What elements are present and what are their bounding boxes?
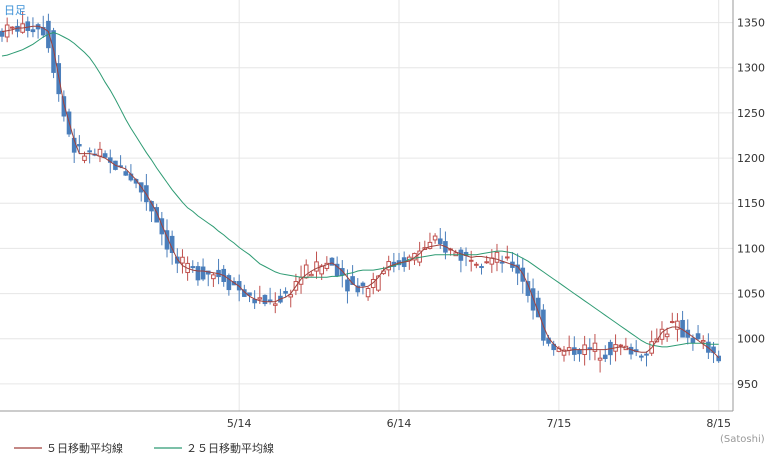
y-tick-label: 1350	[737, 17, 765, 30]
candle-body	[572, 347, 577, 355]
candle-body	[602, 354, 608, 360]
candle-body	[180, 256, 185, 264]
candle-body	[314, 261, 319, 272]
y-tick-label: 1100	[737, 242, 765, 255]
candle-body	[272, 303, 278, 306]
candle-body	[577, 349, 582, 355]
candle-body	[479, 266, 484, 269]
candle-body	[618, 344, 624, 347]
candle-body	[82, 155, 87, 161]
candle-body	[458, 249, 464, 261]
y-axis-ticks: 950 1000 1050 1100 1150 1200 1250 1300 1350	[737, 17, 765, 391]
candle-body	[77, 144, 82, 147]
candle-body	[87, 150, 92, 153]
candle-body	[669, 321, 675, 324]
candle-body	[25, 21, 31, 31]
candle-body	[587, 347, 593, 350]
legend-label: ５日移動平均線	[46, 441, 123, 455]
y-tick-label: 1250	[737, 107, 765, 120]
y-tick-label: 950	[737, 378, 758, 391]
x-tick-label: 5/14	[227, 417, 252, 430]
period-label: 日足	[4, 4, 26, 17]
candle-body	[597, 357, 603, 361]
candle-body	[200, 266, 206, 280]
candle-body	[360, 282, 366, 287]
candle-body	[432, 235, 438, 241]
candle-body	[195, 266, 201, 281]
candle-body	[190, 266, 196, 269]
candle-body	[0, 30, 5, 37]
candle-body	[644, 353, 649, 356]
candle-body	[257, 297, 263, 300]
candle-body	[30, 29, 36, 33]
candle-body	[494, 251, 500, 263]
y-tick-label: 1200	[737, 152, 765, 165]
candle-body	[123, 171, 129, 176]
candle-body	[365, 287, 371, 298]
legend-label: ２５日移動平均線	[186, 441, 274, 455]
candle-body	[499, 261, 505, 264]
candle-body	[437, 238, 443, 245]
candle-body	[504, 256, 510, 259]
candle-body	[10, 26, 15, 29]
candle-body	[695, 333, 701, 340]
candle-body	[345, 279, 350, 292]
candle-body	[283, 291, 288, 294]
candle-body	[700, 340, 706, 343]
candle-body	[267, 299, 273, 302]
y-tick-label: 1050	[737, 288, 765, 301]
chart-svg: 950 1000 1050 1100 1150 1200 1250 1300 1350 5/14…	[0, 0, 765, 455]
candle-body	[639, 355, 644, 358]
x-tick-label: 7/15	[546, 417, 571, 430]
candle-body	[628, 346, 634, 355]
y-tick-label: 1300	[737, 62, 765, 75]
candle-body	[211, 274, 216, 280]
candle-body	[468, 259, 474, 262]
candle-body	[262, 294, 268, 305]
candle-body	[484, 261, 489, 264]
candle-body	[690, 337, 696, 344]
x-axis-ticks: 5/14 6/14 7/15 8/15	[227, 417, 731, 430]
candle-body	[664, 333, 670, 338]
candle-body	[592, 342, 598, 352]
legend: ５日移動平均線 ２５日移動平均線	[14, 441, 274, 455]
x-tick-label: 8/15	[706, 417, 731, 430]
candle-body	[97, 148, 103, 157]
y-tick-label: 1000	[737, 333, 765, 346]
candle-body	[474, 263, 479, 266]
candlestick-chart: 950 1000 1050 1100 1150 1200 1250 1300 1350 5/14…	[0, 0, 784, 462]
plot-area	[0, 0, 733, 411]
candle-body	[309, 273, 314, 277]
x-tick-label: 6/14	[387, 417, 412, 430]
candle-body	[102, 153, 108, 158]
y-tick-label: 1150	[737, 197, 765, 210]
unit-label: (Satoshi)	[720, 434, 765, 445]
